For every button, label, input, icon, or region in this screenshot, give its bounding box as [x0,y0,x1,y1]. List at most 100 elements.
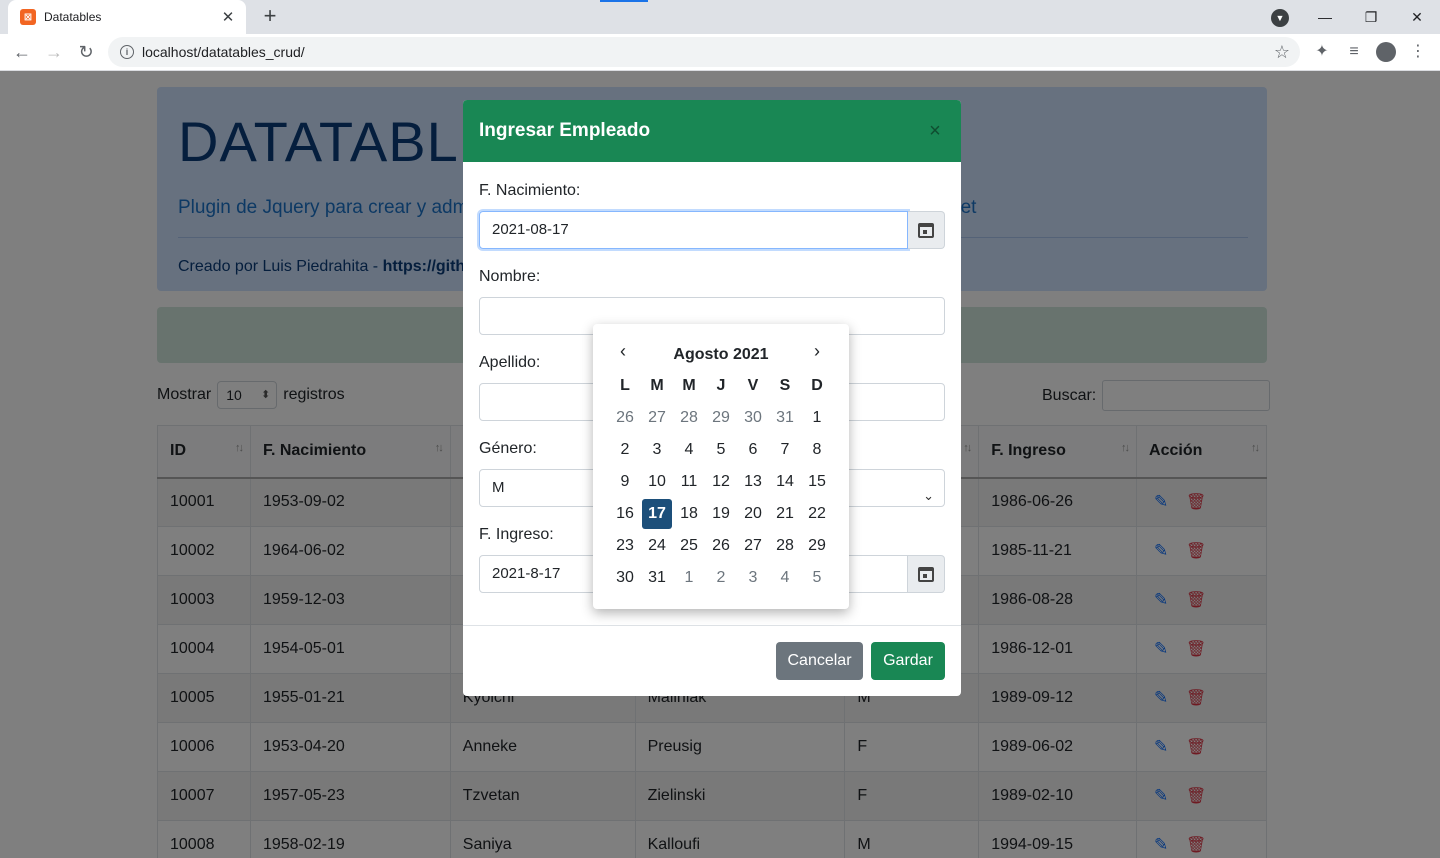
info-icon[interactable]: i [120,45,134,59]
weekday-label: L [620,377,630,394]
next-month-icon[interactable]: › [805,340,829,364]
day-cell[interactable]: 11 [673,466,705,498]
week-row: 16 17 18 19 20 21 22 [609,498,833,530]
calendar-icon [918,222,934,238]
nombre-label: Nombre: [479,268,541,285]
day-cell[interactable]: 23 [609,530,641,562]
day-cell[interactable]: 30 [609,562,641,594]
day-cell[interactable]: 16 [609,498,641,530]
extensions-icon[interactable]: ✦ [1310,40,1334,64]
modal-footer-divider [463,625,961,626]
day-cell[interactable]: 21 [769,498,801,530]
day-cell[interactable]: 5 [801,562,833,594]
tab-search-icon[interactable]: ▼ [1271,9,1289,27]
fnac-label: F. Nacimiento: [479,182,581,199]
bookmark-star-icon[interactable]: ☆ [1274,42,1290,63]
day-cell[interactable]: 26 [609,402,641,434]
week-row: 26 27 28 29 30 31 1 [609,402,833,434]
day-cell[interactable]: 4 [769,562,801,594]
media-control-icon[interactable]: ≡ [1342,40,1366,64]
day-cell[interactable]: 27 [641,402,673,434]
cancel-button[interactable]: Cancelar [776,642,863,680]
week-row: 2345678 [609,434,833,466]
modal-header: Ingresar Empleado × [463,100,961,162]
day-cell[interactable]: 26 [705,530,737,562]
genero-value: M [492,479,505,496]
xampp-favicon-icon: ⊠ [20,9,36,25]
weekday-label: M [682,377,696,394]
browser-tab-bar: ⊠ Datatables ✕ + ▼ — ❐ ✕ [0,0,1440,34]
day-cell[interactable]: 5 [705,434,737,466]
address-bar[interactable]: i localhost/datatables_crud/ ☆ [108,37,1300,67]
browser-tab[interactable]: ⊠ Datatables ✕ [8,0,246,34]
datepicker-grid: L M M J V S D 26 27 28 29 30 31 1 2 3 4 5 6 7 8 9 10 11 12 13 14 15… [609,370,833,594]
calendar-icon [918,566,934,582]
day-cell[interactable]: 27 [737,530,769,562]
day-cell[interactable]: 12 [705,466,737,498]
weekday-label: S [779,377,791,394]
day-cell[interactable]: 4 [673,434,705,466]
day-cell[interactable]: 6 [737,434,769,466]
apellido-label: Apellido: [479,354,541,371]
day-cell[interactable]: 25 [673,530,705,562]
modal-close-icon[interactable]: × [925,120,945,143]
day-cell[interactable]: 28 [769,530,801,562]
minimize-icon[interactable]: — [1302,0,1348,34]
day-cell[interactable]: 3 [641,434,673,466]
back-icon[interactable]: ← [10,40,34,64]
tab-loading-indicator [600,0,648,2]
profile-avatar-icon[interactable] [1374,40,1398,64]
weekday-label: J [716,377,726,394]
day-cell[interactable]: 31 [769,402,801,434]
close-window-icon[interactable]: ✕ [1394,0,1440,34]
browser-toolbar: ← → ↻ i localhost/datatables_crud/ ☆ ✦ ≡… [0,34,1440,71]
day-cell[interactable]: 10 [641,466,673,498]
weekday-label: V [747,377,759,394]
day-cell[interactable]: 31 [641,562,673,594]
day-cell[interactable]: 22 [801,498,833,530]
day-cell[interactable]: 29 [801,530,833,562]
day-cell[interactable]: 13 [737,466,769,498]
tab-title: Datatables [44,10,102,24]
url-text[interactable]: localhost/datatables_crud/ [142,44,305,60]
tab-close-icon[interactable]: ✕ [220,8,236,26]
weekday-row: LMMJVSD [609,370,833,402]
restore-icon[interactable]: ❐ [1348,0,1394,34]
day-cell[interactable]: 1 [673,562,705,594]
fingreso-calendar-button[interactable] [908,555,945,593]
fnac-calendar-button[interactable] [908,211,945,249]
day-cell[interactable]: 2 [609,434,641,466]
day-cell[interactable]: 3 [737,562,769,594]
weekday-label: D [811,377,823,394]
weekday-label: M [650,377,664,394]
week-row: 23 24 25 26 27 28 29 [609,530,833,562]
new-tab-icon[interactable]: + [258,5,282,29]
day-cell[interactable]: 29 [705,402,737,434]
week-row: 30 31 1 2 3 4 5 [609,562,833,594]
chevron-down-icon: ⌄ [923,488,934,503]
fingreso-label: F. Ingreso: [479,526,554,543]
genero-label: Género: [479,440,537,457]
day-cell[interactable]: 7 [769,434,801,466]
week-row: 9 10 11 12 13 14 15 [609,466,833,498]
reload-icon[interactable]: ↻ [74,40,98,64]
datepicker: ‹ Agosto 2021 › L M M J V S D 26 27 28 29 30 31 1 2 3 4 5… [593,324,849,609]
day-cell[interactable]: 15 [801,466,833,498]
day-cell[interactable]: 9 [609,466,641,498]
day-cell[interactable]: 19 [705,498,737,530]
day-cell[interactable]: 28 [673,402,705,434]
forward-icon[interactable]: → [42,40,66,64]
day-cell[interactable]: 1 [801,402,833,434]
day-cell[interactable]: 24 [641,530,673,562]
day-cell[interactable]: 8 [801,434,833,466]
day-cell-selected[interactable]: 17 [642,499,672,529]
menu-kebab-icon[interactable]: ⋮ [1406,40,1430,64]
fnac-input[interactable]: 2021-08-17 [479,211,908,249]
day-cell[interactable]: 2 [705,562,737,594]
day-cell[interactable]: 30 [737,402,769,434]
save-button[interactable]: Gardar [871,642,945,680]
modal-title: Ingresar Empleado [479,120,651,141]
day-cell[interactable]: 14 [769,466,801,498]
day-cell[interactable]: 18 [673,498,705,530]
day-cell[interactable]: 20 [737,498,769,530]
